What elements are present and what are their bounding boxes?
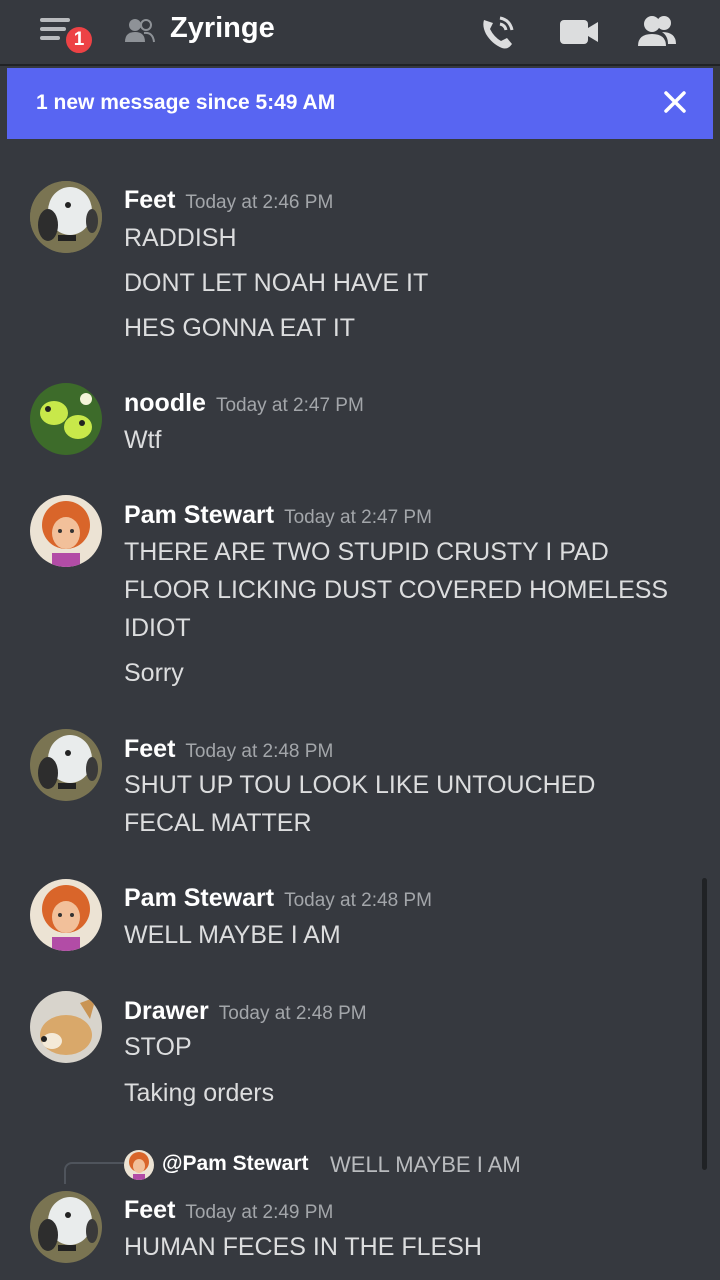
message-timestamp: Today at 2:46 PM — [185, 192, 334, 213]
dog-avatar-icon — [30, 1191, 102, 1263]
message-author[interactable]: Pam Stewart Today at 2:47 PM — [124, 501, 432, 530]
message-author[interactable]: Feet Today at 2:46 PM — [124, 186, 333, 215]
reply-connector — [64, 1162, 124, 1184]
message-text: HES GONNA EAT IT — [124, 314, 356, 342]
video-button[interactable] — [558, 12, 602, 52]
message-timestamp: Today at 2:47 PM — [215, 395, 364, 416]
message-timestamp: Today at 2:48 PM — [185, 741, 334, 762]
message-timestamp: Today at 2:47 PM — [284, 507, 432, 528]
new-messages-banner[interactable]: 1 new message since 5:49 AM — [7, 68, 713, 139]
video-icon — [560, 20, 598, 44]
members-button[interactable] — [636, 12, 680, 52]
avatar[interactable] — [30, 991, 102, 1063]
message-text: FLOOR LICKING DUST COVERED HOMELESS — [124, 576, 669, 604]
message-timestamp: Today at 2:48 PM — [218, 1003, 367, 1024]
pam-avatar-icon — [124, 1150, 154, 1180]
frog-avatar-icon — [30, 383, 102, 455]
avatar[interactable] — [30, 1191, 102, 1263]
message-text: FECAL MATTER — [124, 809, 312, 837]
message-text: WELL MAYBE I AM — [124, 921, 341, 949]
call-icon — [483, 16, 514, 49]
scrollbar[interactable] — [702, 878, 707, 1170]
dog-avatar-icon — [30, 729, 102, 801]
message-author[interactable]: Drawer Today at 2:48 PM — [124, 997, 367, 1026]
pam-avatar-icon — [30, 495, 102, 567]
pam-avatar-icon — [30, 879, 102, 951]
avatar[interactable] — [30, 383, 102, 455]
chihuahua-avatar-icon — [30, 991, 102, 1063]
message-text: THERE ARE TWO STUPID CRUSTY I PAD — [124, 538, 609, 566]
avatar[interactable] — [30, 495, 102, 567]
message-text: Taking orders — [124, 1079, 275, 1107]
top-bar: 1 Zyringe — [0, 0, 720, 66]
message-author[interactable]: Pam Stewart Today at 2:48 PM — [124, 884, 432, 913]
members-icon — [638, 16, 676, 46]
reply-avatar — [124, 1150, 154, 1180]
friends-icon — [125, 19, 155, 43]
message-text: Wtf — [124, 426, 162, 454]
message-author[interactable]: Feet Today at 2:48 PM — [124, 735, 333, 764]
message-author[interactable]: noodle Today at 2:47 PM — [124, 389, 364, 418]
message-text: DONT LET NOAH HAVE IT — [124, 269, 429, 297]
message-text: SHUT UP TOU LOOK LIKE UNTOUCHED — [124, 771, 596, 799]
message-text: RADDISH — [124, 224, 237, 252]
avatar[interactable] — [30, 181, 102, 253]
message-text: Sorry — [124, 659, 184, 687]
avatar[interactable] — [30, 729, 102, 801]
message-text: STOP — [124, 1033, 192, 1061]
close-icon[interactable] — [661, 88, 689, 116]
avatar[interactable] — [30, 879, 102, 951]
message-timestamp: Today at 2:49 PM — [185, 1202, 334, 1223]
reply-text: WELL MAYBE I AM — [330, 1152, 521, 1177]
menu-button[interactable]: 1 — [38, 14, 95, 56]
reply-author: @Pam Stewart — [162, 1152, 309, 1175]
unread-badge: 1 — [63, 24, 95, 56]
message-timestamp: Today at 2:48 PM — [284, 890, 432, 911]
message-author[interactable]: Feet Today at 2:49 PM — [124, 1196, 333, 1225]
message-text: HUMAN FECES IN THE FLESH — [124, 1233, 482, 1261]
new-messages-text: 1 new message since 5:49 AM — [36, 91, 336, 114]
channel-title: Zyringe — [170, 12, 275, 44]
dog-avatar-icon — [30, 181, 102, 253]
call-button[interactable] — [478, 12, 522, 52]
message-text: IDIOT — [124, 614, 191, 642]
